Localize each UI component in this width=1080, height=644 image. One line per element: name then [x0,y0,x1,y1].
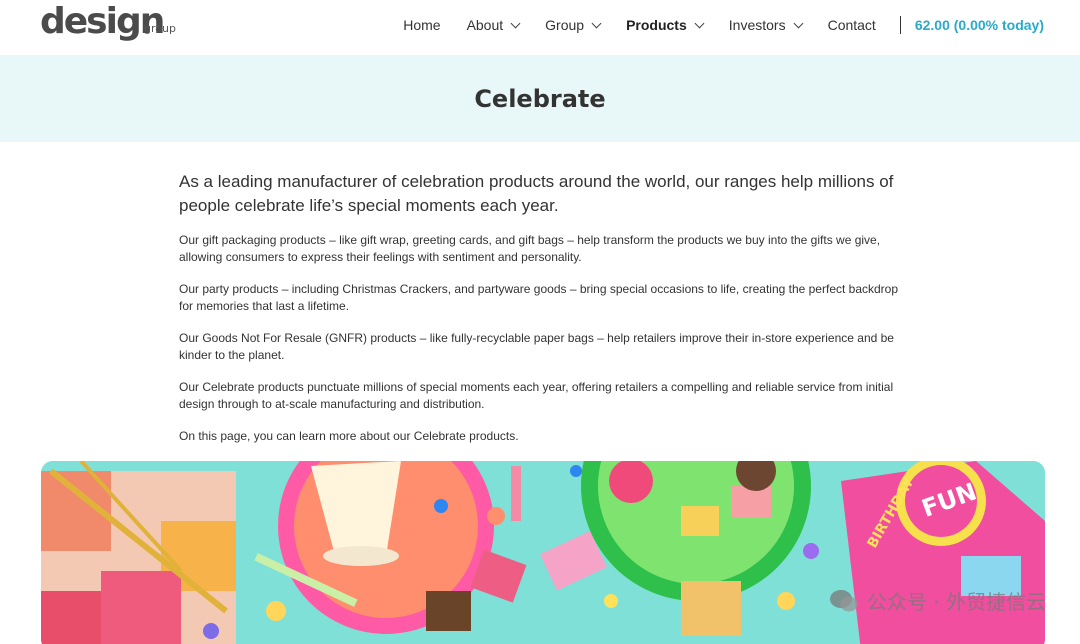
page-banner: Celebrate [0,55,1080,142]
lead-paragraph: As a leading manufacturer of celebration… [179,172,894,215]
confetti [777,592,795,610]
body-paragraph: Our party products – including Christmas… [179,282,899,313]
chevron-down-icon [591,18,602,28]
body-paragraph: Our gift packaging products – like gift … [179,233,881,264]
gift-box-illustration [681,581,741,636]
nav-contact[interactable]: Contact [828,17,876,33]
nav-divider [899,16,901,34]
nav-products[interactable]: Products [626,17,705,33]
intro-content: As a leading manufacturer of celebration… [179,170,909,460]
site-header: design group Home About Group Products I… [0,0,1080,55]
main-nav: Home About Group Products Investors Cont… [377,0,1044,50]
watermark: 公众号 · 外贸捷信云 [829,586,1046,615]
watermark-text: 公众号 · 外贸捷信云 [866,590,1046,614]
confetti [266,601,286,621]
confetti [803,543,819,559]
share-price[interactable]: 62.00 (0.00% today) [915,17,1044,33]
logo[interactable]: design group [40,2,180,48]
nav-home[interactable]: Home [403,17,440,33]
party-flatlay-illustration: FUN BIRTHDAY [41,461,1045,644]
brownie-illustration [426,591,471,631]
body-paragraph: Our Goods Not For Resale (GNFR) products… [179,331,894,362]
confetti [203,623,219,639]
chevron-down-icon [793,18,804,28]
hero-image: FUN BIRTHDAY [41,461,1045,644]
gift-box-illustration [41,461,236,644]
body-paragraph: Our Celebrate products punctuate million… [179,380,894,411]
logo-subtitle: group [144,22,176,35]
nav-about[interactable]: About [467,17,521,33]
page-title: Celebrate [474,84,606,113]
chat-icon [829,589,858,611]
chevron-down-icon [694,18,705,28]
nav-group[interactable]: Group [545,17,602,33]
chevron-down-icon [510,18,521,28]
confetti [604,594,618,608]
confetti [570,465,582,477]
nav-investors[interactable]: Investors [729,17,804,33]
body-paragraph: On this page, you can learn more about o… [179,429,519,443]
confetti [487,507,505,525]
confetti [434,499,448,513]
